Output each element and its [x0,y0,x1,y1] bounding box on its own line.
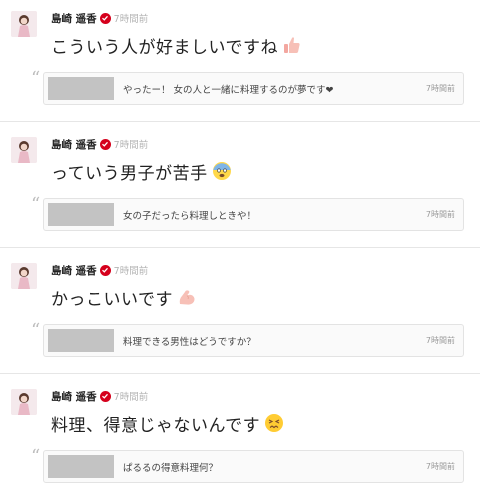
author-name[interactable]: 島崎 遥香 [51,263,97,278]
message-text: っていう男子が苦手 [51,163,208,184]
post-time: 7時間前 [113,14,149,25]
post: 島崎 遥香 7時間前 こういう人が好ましいですね “ やったー！ 女の人と一緒に… [0,0,480,122]
message: かっこいいです [51,285,197,310]
author-name[interactable]: 島崎 遥香 [51,137,97,152]
post: 島崎 遥香 7時間前 っていう男子が苦手 “ 女の子だったら料理しときや！ 7時… [0,126,480,248]
post: 島崎 遥香 7時間前 料理、得意じゃないんです “ ぱるるの得意料理何？ 7時間… [0,378,480,498]
reply-time: 7時間前 [425,84,455,93]
reply-avatar-placeholder [48,329,114,352]
avatar[interactable] [11,389,37,415]
reply-avatar-placeholder [48,203,114,226]
reply-text: 料理できる男性はどうですか？ [123,336,256,348]
reply-time: 7時間前 [425,210,455,219]
avatar[interactable] [11,11,37,37]
avatar[interactable] [11,137,37,163]
message: 料理、得意じゃないんです [51,411,284,436]
post-time: 7時間前 [113,140,149,151]
quote-icon: “ [31,446,41,467]
author-name[interactable]: 島崎 遥香 [51,389,97,404]
confounded-face-icon [264,413,284,433]
author-name[interactable]: 島崎 遥香 [51,11,97,26]
reply-time: 7時間前 [425,336,455,345]
reply-text: 女の子だったら料理しときや！ [123,210,257,222]
post: 島崎 遥香 7時間前 かっこいいです “ 料理できる男性はどうですか？ 7時間前 [0,252,480,374]
reply-time: 7時間前 [425,462,455,471]
quote-icon: “ [31,194,41,215]
quote-icon: “ [31,320,41,341]
avatar[interactable] [11,263,37,289]
post-time: 7時間前 [113,392,149,403]
reply-avatar-placeholder [48,77,114,100]
message: こういう人が好ましいですね [51,33,302,58]
reply-text: やったー！ 女の人と一緒に料理するのが夢です❤ [123,84,334,96]
reply-box[interactable]: 女の子だったら料理しときや！ 7時間前 [43,198,464,231]
post-time: 7時間前 [113,266,149,277]
thumbs-up-icon [282,35,302,55]
reply-text: ぱるるの得意料理何？ [123,462,219,474]
message: っていう男子が苦手 [51,159,232,184]
reply-box[interactable]: やったー！ 女の人と一緒に料理するのが夢です❤ 7時間前 [43,72,464,105]
verified-check-icon [99,138,111,150]
reply-avatar-placeholder [48,455,114,478]
fearful-face-icon [212,161,232,181]
message-feed: 島崎 遥香 7時間前 こういう人が好ましいですね “ やったー！ 女の人と一緒に… [0,0,480,498]
quote-icon: “ [31,68,41,89]
verified-check-icon [99,264,111,276]
verified-check-icon [99,12,111,24]
verified-check-icon [99,390,111,402]
message-text: かっこいいです [51,289,173,310]
reply-box[interactable]: ぱるるの得意料理何？ 7時間前 [43,450,464,483]
message-text: こういう人が好ましいですね [51,37,278,58]
message-text: 料理、得意じゃないんです [51,415,261,436]
reply-box[interactable]: 料理できる男性はどうですか？ 7時間前 [43,324,464,357]
flexed-biceps-icon [177,287,197,307]
